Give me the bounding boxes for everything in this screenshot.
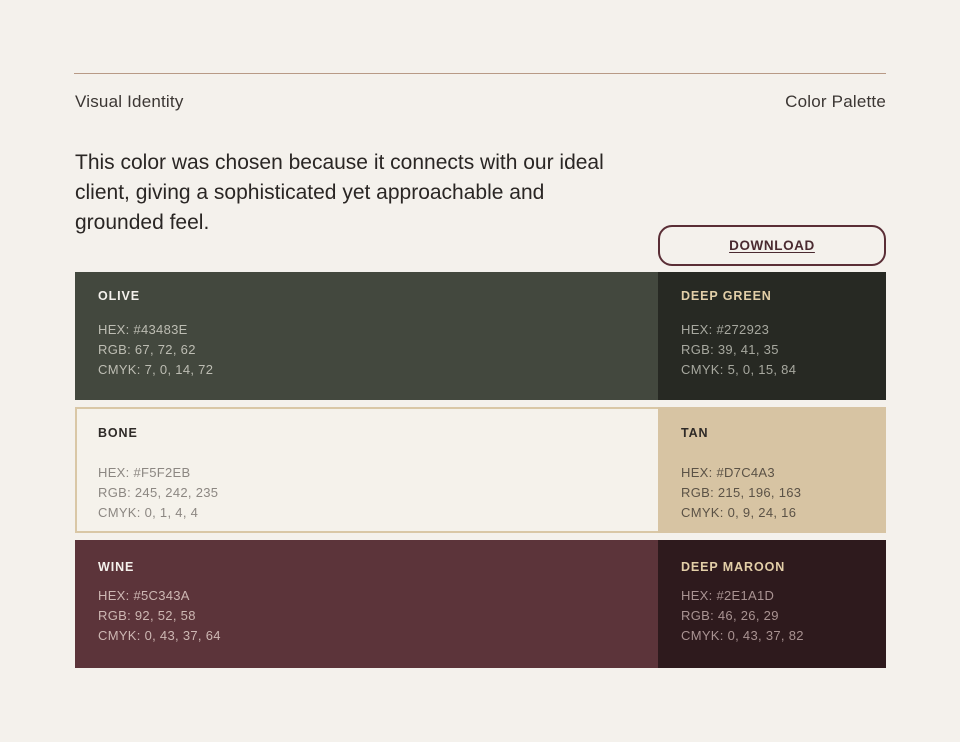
swatch-name: DEEP GREEN — [681, 289, 772, 303]
swatch-tan[interactable]: TAN HEX: #D7C4A3 RGB: 215, 196, 163 CMYK… — [658, 407, 886, 533]
swatch-values: HEX: #43483E RGB: 67, 72, 62 CMYK: 7, 0,… — [98, 320, 213, 380]
palette-row: OLIVE HEX: #43483E RGB: 67, 72, 62 CMYK:… — [75, 272, 886, 400]
intro-text: This color was chosen because it connect… — [75, 151, 604, 234]
swatch-deep-green[interactable]: DEEP GREEN HEX: #272923 RGB: 39, 41, 35 … — [658, 272, 886, 400]
rgb-value: RGB: 46, 26, 29 — [681, 608, 779, 623]
swatch-name: OLIVE — [98, 289, 141, 303]
rgb-value: RGB: 67, 72, 62 — [98, 342, 196, 357]
section-label: Visual Identity — [75, 92, 184, 111]
rgb-value: RGB: 39, 41, 35 — [681, 342, 779, 357]
page-title: Color Palette — [785, 92, 886, 111]
swatch-values: HEX: #D7C4A3 RGB: 215, 196, 163 CMYK: 0,… — [681, 463, 801, 523]
download-button[interactable]: DOWNLOAD — [658, 225, 886, 266]
hex-value: HEX: #2E1A1D — [681, 588, 775, 603]
cmyk-value: CMYK: 7, 0, 14, 72 — [98, 362, 214, 377]
hex-value: HEX: #43483E — [98, 322, 188, 337]
swatch-wine[interactable]: WINE HEX: #5C343A RGB: 92, 52, 58 CMYK: … — [75, 540, 658, 668]
swatch-values: HEX: #2E1A1D RGB: 46, 26, 29 CMYK: 0, 43… — [681, 586, 804, 646]
cmyk-value: CMYK: 0, 9, 24, 16 — [681, 505, 797, 520]
hex-value: HEX: #F5F2EB — [98, 465, 191, 480]
hex-value: HEX: #272923 — [681, 322, 770, 337]
top-divider — [74, 73, 886, 74]
palette-row: BONE HEX: #F5F2EB RGB: 245, 242, 235 CMY… — [75, 407, 886, 533]
cmyk-value: CMYK: 5, 0, 15, 84 — [681, 362, 797, 377]
rgb-value: RGB: 245, 242, 235 — [98, 485, 219, 500]
rgb-value: RGB: 215, 196, 163 — [681, 485, 802, 500]
swatch-bone[interactable]: BONE HEX: #F5F2EB RGB: 245, 242, 235 CMY… — [75, 407, 658, 533]
swatch-name: DEEP MAROON — [681, 560, 786, 574]
hex-value: HEX: #5C343A — [98, 588, 190, 603]
cmyk-value: CMYK: 0, 1, 4, 4 — [98, 505, 199, 520]
swatch-values: HEX: #272923 RGB: 39, 41, 35 CMYK: 5, 0,… — [681, 320, 796, 380]
swatch-values: HEX: #F5F2EB RGB: 245, 242, 235 CMYK: 0,… — [98, 463, 218, 523]
swatch-name: BONE — [98, 426, 138, 440]
swatch-values: HEX: #5C343A RGB: 92, 52, 58 CMYK: 0, 43… — [98, 586, 221, 646]
palette-row: WINE HEX: #5C343A RGB: 92, 52, 58 CMYK: … — [75, 540, 886, 668]
cmyk-value: CMYK: 0, 43, 37, 64 — [98, 628, 221, 643]
swatch-name: WINE — [98, 560, 135, 574]
hex-value: HEX: #D7C4A3 — [681, 465, 775, 480]
swatch-name: TAN — [681, 426, 709, 440]
color-palette: OLIVE HEX: #43483E RGB: 67, 72, 62 CMYK:… — [75, 272, 886, 668]
swatch-deep-maroon[interactable]: DEEP MAROON HEX: #2E1A1D RGB: 46, 26, 29… — [658, 540, 886, 668]
swatch-olive[interactable]: OLIVE HEX: #43483E RGB: 67, 72, 62 CMYK:… — [75, 272, 658, 400]
cmyk-value: CMYK: 0, 43, 37, 82 — [681, 628, 804, 643]
rgb-value: RGB: 92, 52, 58 — [98, 608, 196, 623]
